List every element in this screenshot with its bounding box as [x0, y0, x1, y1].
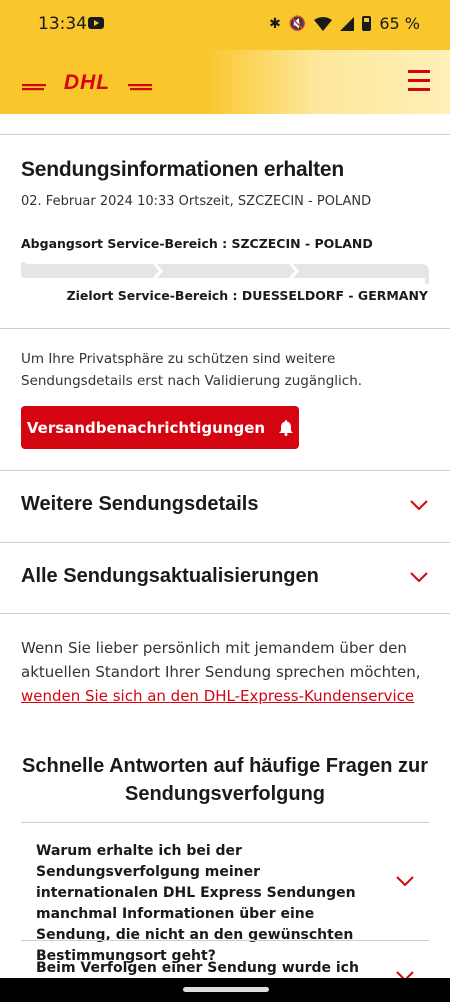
notify-button-label: Versandbenachrichtigungen [26, 418, 266, 437]
destination-service-area: Zielort Service-Bereich : DUESSELDORF - … [66, 288, 428, 303]
privacy-note: Um Ihre Privatsphäre zu schützen sind we… [21, 351, 363, 389]
divider [21, 822, 429, 823]
signal-icon [340, 16, 355, 31]
shipment-notifications-button[interactable]: Versandbenachrichtigungen [21, 406, 299, 449]
battery-icon [362, 16, 372, 31]
divider [0, 134, 450, 135]
home-gesture-handle[interactable] [183, 987, 269, 992]
dhl-logo[interactable]: DHL [22, 70, 152, 94]
faq-question: Warum erhalte ich bei der Sendungsverfol… [36, 843, 356, 964]
svg-text:DHL: DHL [64, 71, 110, 94]
divider [0, 470, 450, 471]
chevron-down-icon [410, 500, 428, 511]
divider [21, 940, 429, 941]
bluetooth-icon: ✱ [269, 15, 281, 32]
shipment-progress-bar [21, 262, 429, 284]
chevron-down-icon [396, 876, 414, 887]
origin-service-area: Abgangsort Service-Bereich : SZCZECIN - … [21, 236, 373, 251]
battery-level: 65 % [379, 14, 420, 33]
shipment-status-title: Sendungsinformationen erhalten [21, 158, 345, 181]
divider [0, 542, 450, 543]
accordion-label: Alle Sendungsaktualisierungen [21, 565, 319, 587]
status-icons: ✱ 🔇 65 % [269, 14, 420, 33]
chevron-down-icon [410, 572, 428, 583]
divider [0, 613, 450, 614]
accordion-label: Weitere Sendungsdetails [21, 493, 259, 515]
site-header: DHL [0, 50, 450, 114]
faq-question: Beim Verfolgen einer Sendung wurde ich [36, 960, 359, 976]
faq-heading: Schnelle Antworten auf häufige Fragen zu… [22, 755, 428, 805]
contact-text: Wenn Sie lieber persönlich mit jemandem … [21, 639, 421, 681]
youtube-notification-icon [88, 17, 104, 29]
status-bar: 13:34 ✱ 🔇 65 % [0, 0, 450, 50]
divider [0, 328, 450, 329]
contact-note: Wenn Sie lieber persönlich mit jemandem … [21, 636, 431, 708]
shipment-datetime: 02. Februar 2024 10:33 Ortszeit, SZCZECI… [21, 194, 372, 209]
bell-icon [279, 419, 294, 436]
system-navigation-bar [0, 978, 450, 1002]
status-time: 13:34 [38, 14, 87, 34]
mute-icon: 🔇 [288, 15, 307, 32]
hamburger-menu-icon[interactable] [408, 70, 430, 92]
wifi-icon [314, 16, 333, 31]
customer-service-link[interactable]: wenden Sie sich an den DHL-Express-Kunde… [21, 687, 414, 705]
